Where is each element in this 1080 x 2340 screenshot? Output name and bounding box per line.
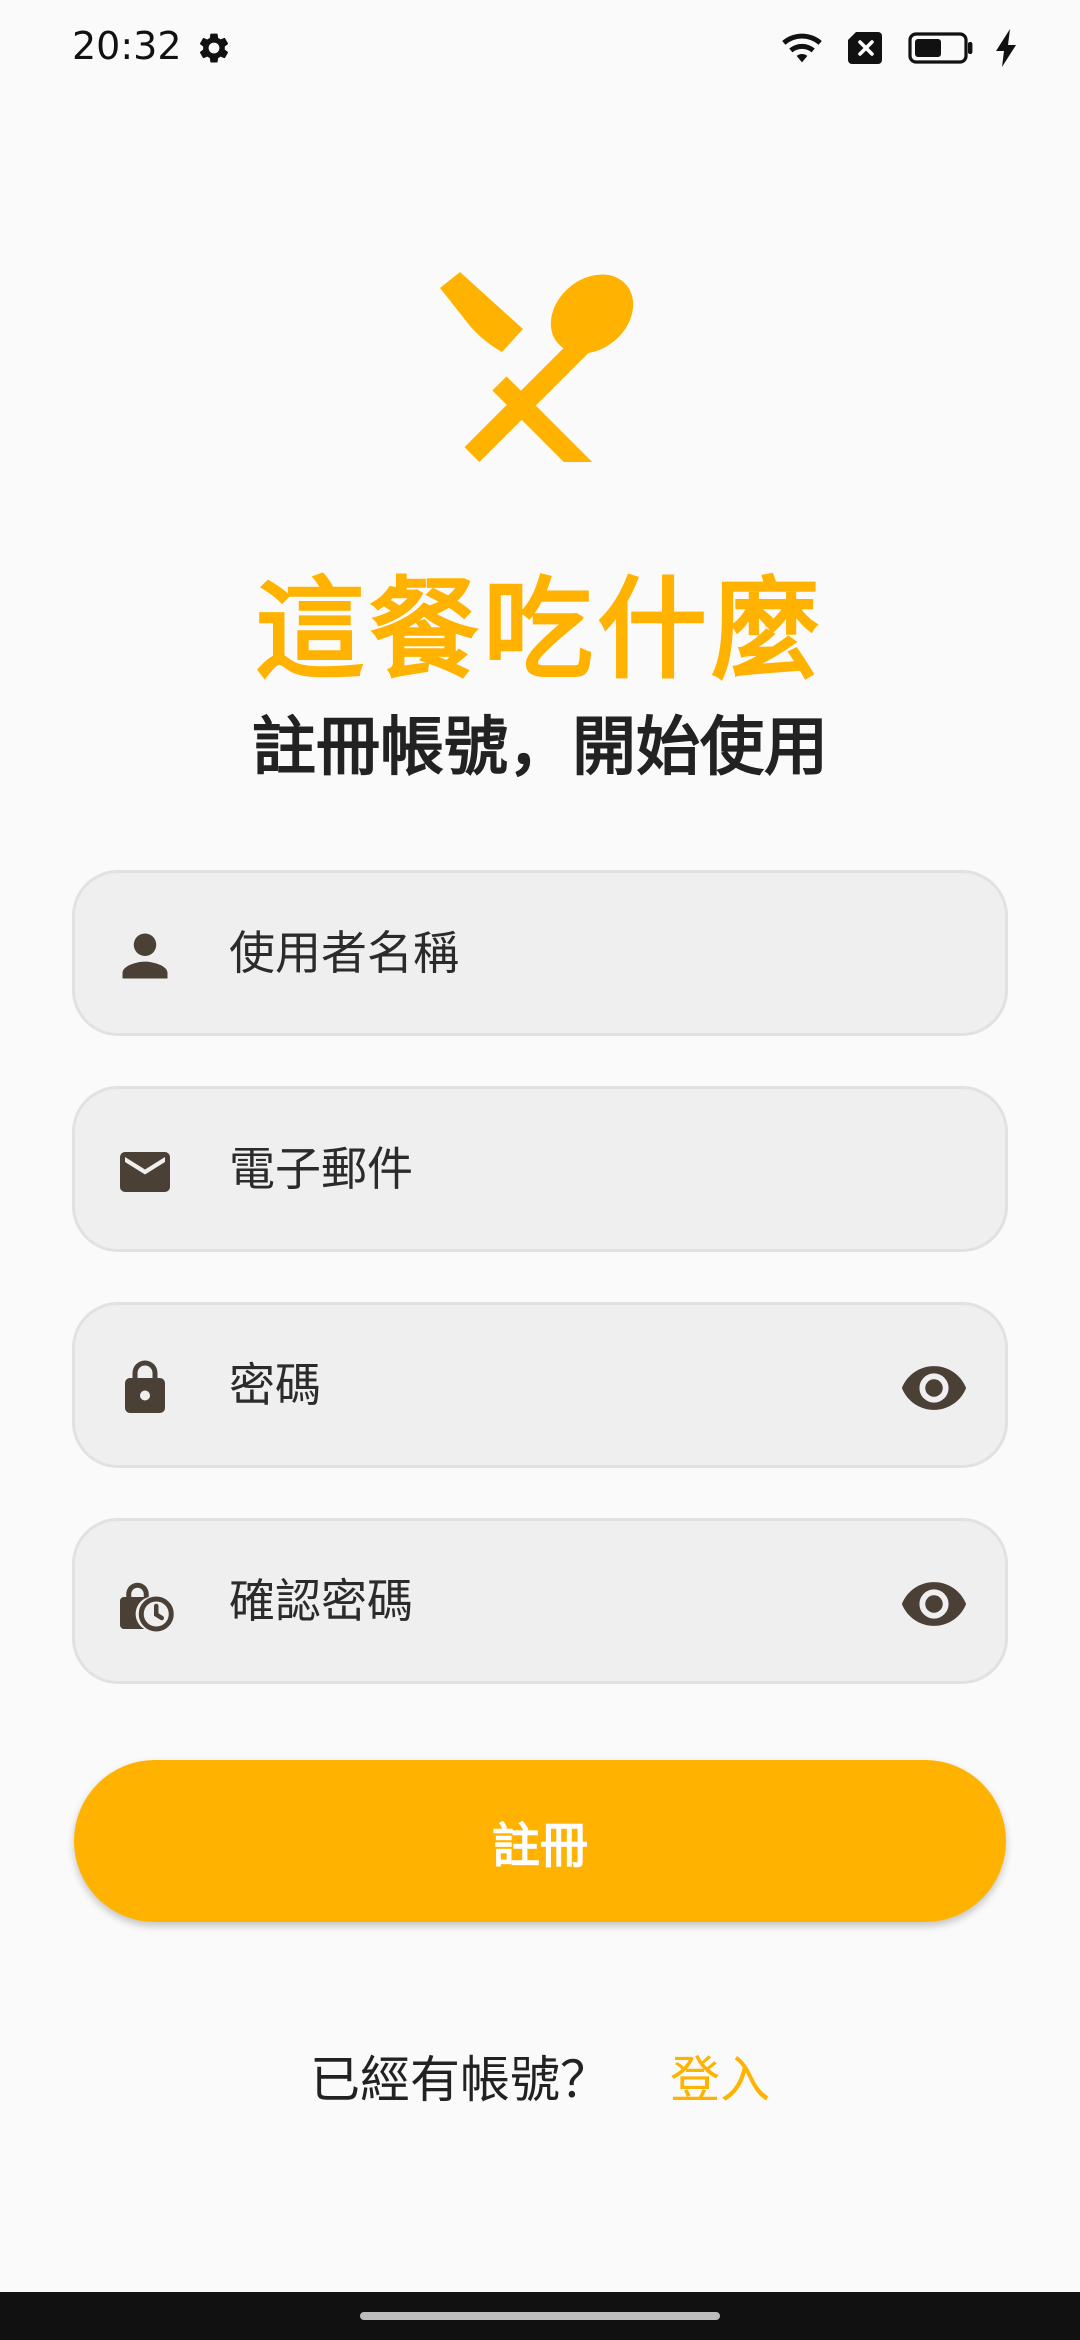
register-button[interactable]: 註冊 [74,1760,1006,1922]
battery-icon [908,32,973,64]
fork-spoon-icon [440,272,634,462]
status-indicators [780,26,1018,70]
status-time: 20:32 [72,24,182,68]
lock-icon [125,1360,165,1413]
username-input[interactable] [229,873,869,1033]
confirm-password-field[interactable] [72,1518,1008,1684]
navigation-bar [0,2292,1080,2340]
email-input[interactable] [229,1089,869,1249]
login-prompt-text: 已經有帳號？ [310,2051,610,2109]
gesture-handle[interactable] [360,2312,720,2320]
settings-gear-icon [199,33,229,63]
eye-icon[interactable] [899,1576,969,1632]
confirm-password-input[interactable] [229,1521,869,1681]
app-title: 這餐吃什麼 [255,566,825,694]
password-input[interactable] [229,1305,869,1465]
charging-bolt-icon [996,29,1016,67]
username-field[interactable] [72,870,1008,1036]
login-link[interactable]: 登入 [670,2040,770,2112]
email-field[interactable] [72,1086,1008,1252]
mail-icon [120,1152,170,1192]
person-icon [122,933,168,979]
password-field[interactable] [72,1302,1008,1468]
status-bar: 20:32 [0,0,1080,100]
wifi-icon [782,33,822,63]
no-sim-icon [848,32,882,64]
login-prompt-row: 已經有帳號？ 登入 [0,2040,1080,2112]
page-subtitle: 註冊帳號，開始使用 [252,711,828,785]
lock-clock-icon [120,1582,174,1632]
eye-icon[interactable] [899,1360,969,1416]
